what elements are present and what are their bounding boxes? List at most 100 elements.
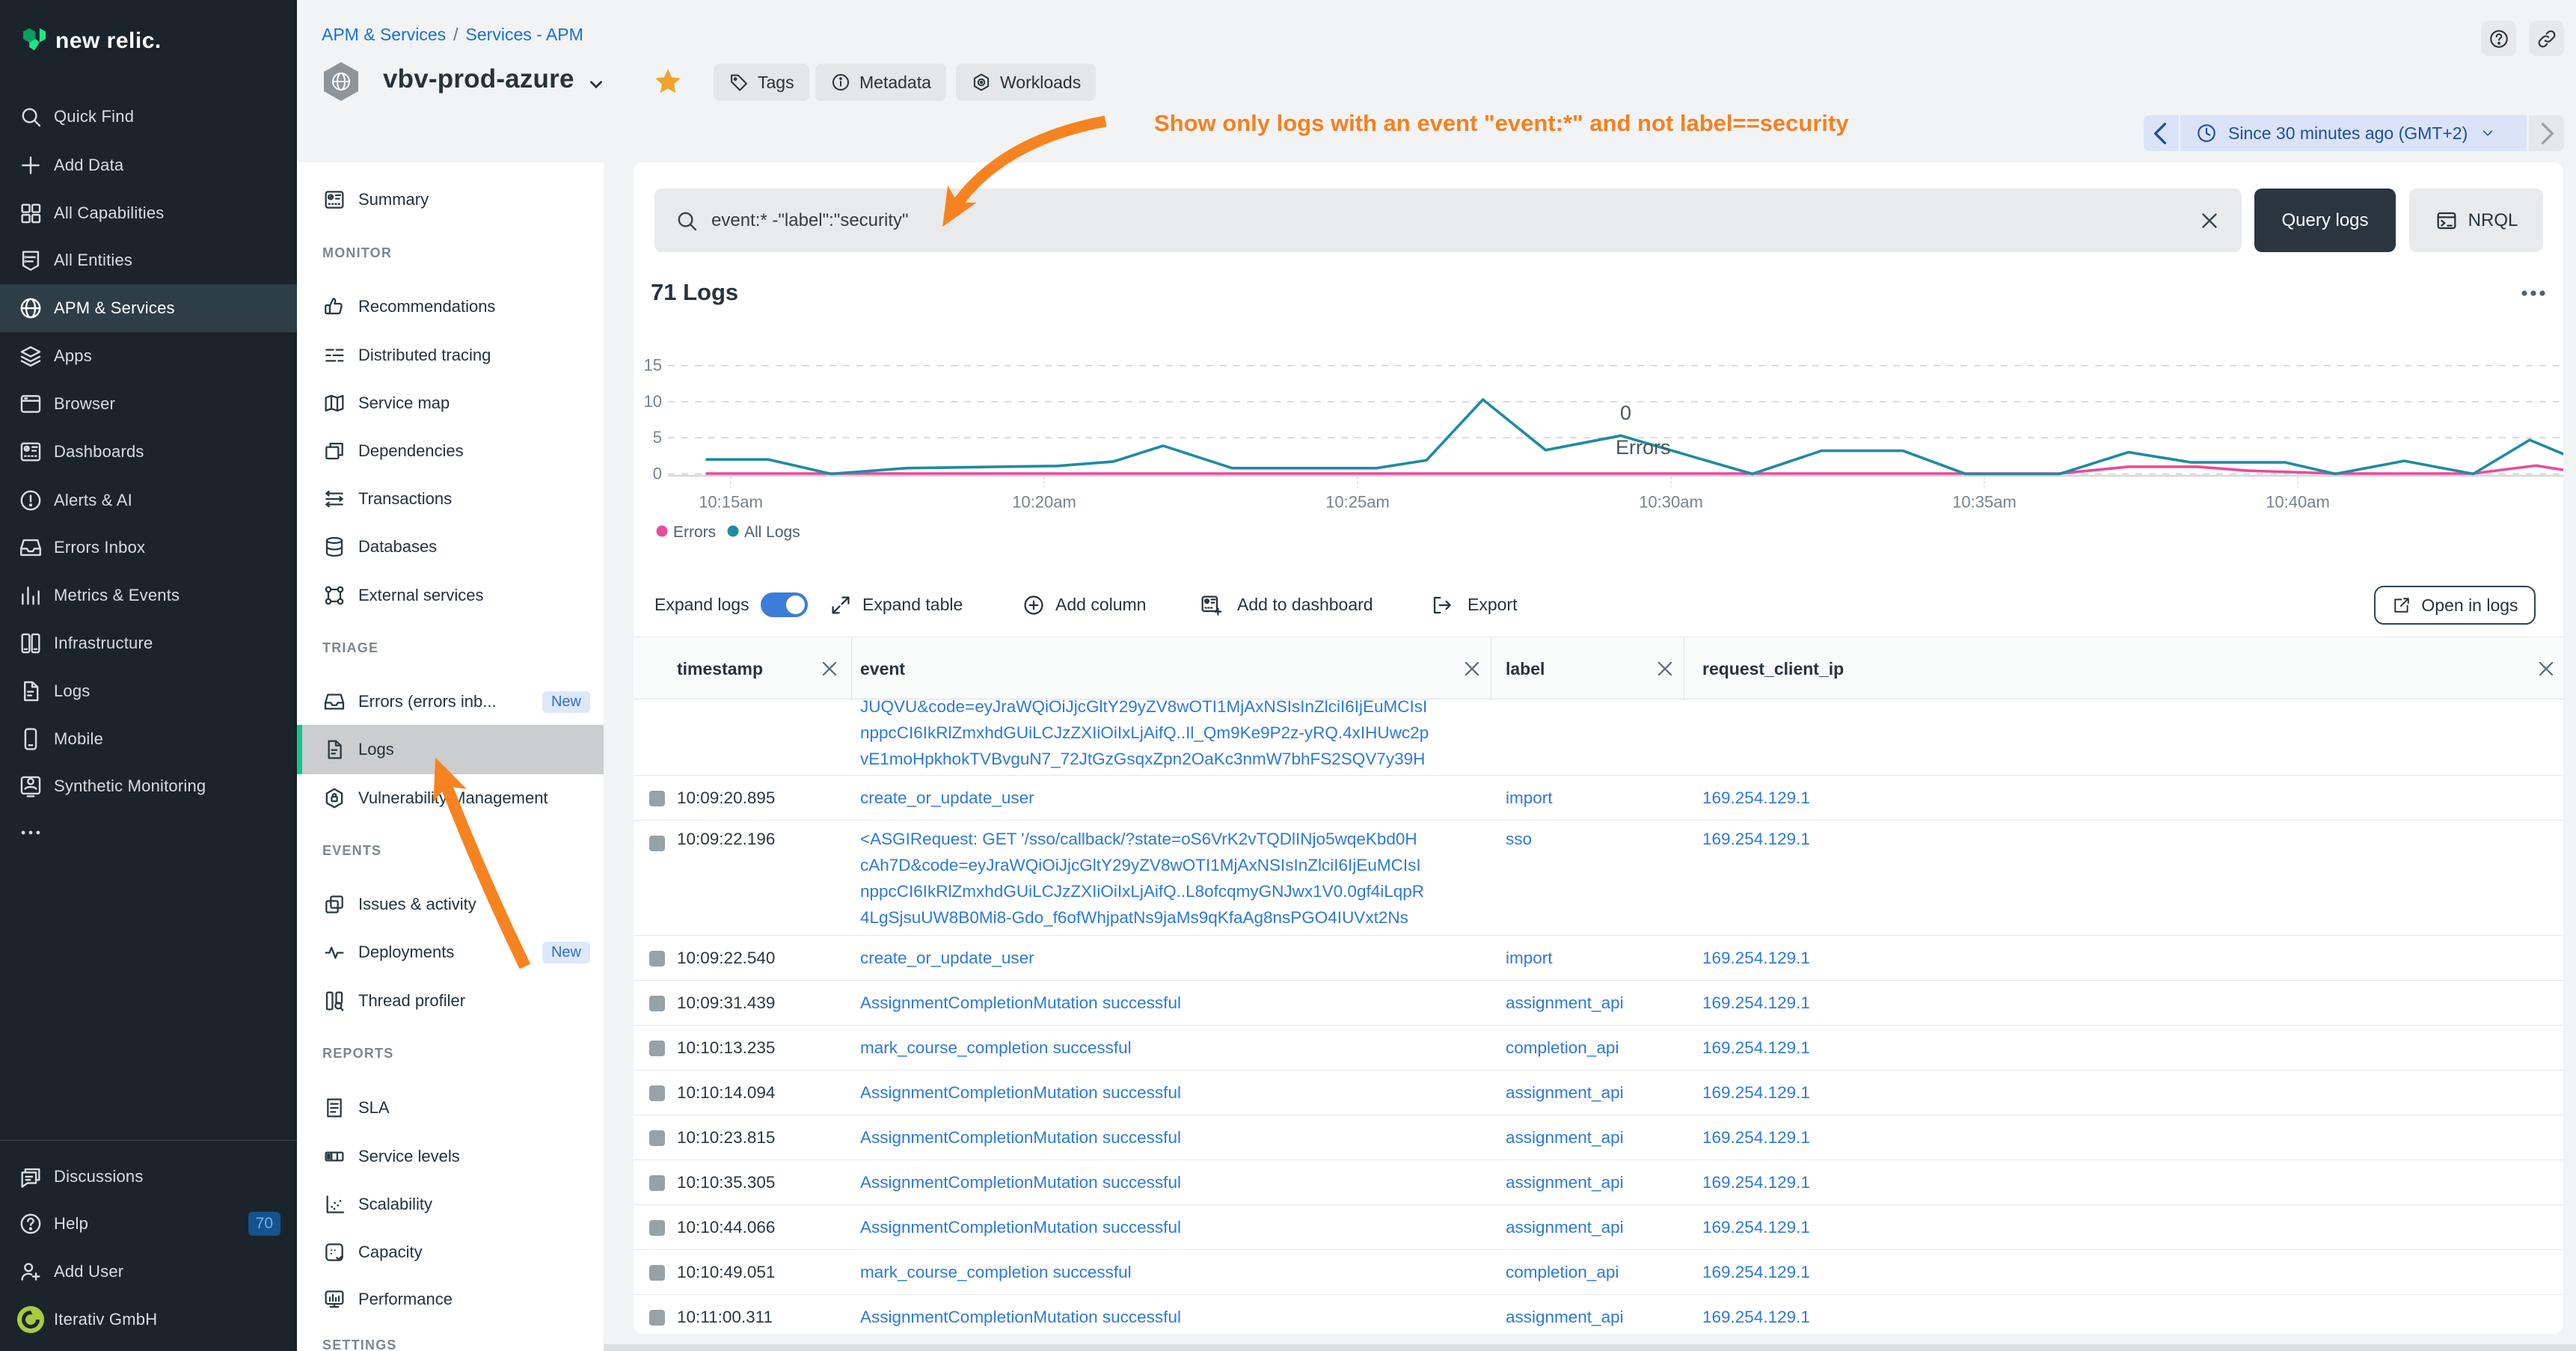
help-button[interactable] [2481, 21, 2516, 56]
rail-item-add-data[interactable]: Add Data [0, 141, 297, 189]
row-expand-marker[interactable] [649, 791, 665, 806]
horizontal-scrollbar[interactable] [604, 1344, 2576, 1351]
cell-request-client-ip[interactable]: 169.254.129.1 [1702, 990, 1810, 1016]
rail-item-[interactable] [0, 809, 297, 857]
cell-label[interactable]: assignment_api [1506, 1124, 1624, 1151]
breadcrumb-services-apm[interactable]: Services - APM [466, 25, 583, 44]
cell-label[interactable]: assignment_api [1506, 1304, 1624, 1330]
time-picker-dropdown[interactable]: Since 30 minutes ago (GMT+2) [2180, 115, 2527, 151]
cell-request-client-ip[interactable]: 169.254.129.1 [1702, 1035, 1810, 1061]
subnav-item-errors-errors-inb[interactable]: Errors (errors inb...New [297, 677, 604, 726]
row-expand-marker[interactable] [649, 1041, 665, 1056]
logs-query-input[interactable] [711, 210, 2197, 231]
subnav-item-deployments[interactable]: DeploymentsNew [297, 928, 604, 977]
cell-event[interactable]: AssignmentCompletionMutation successful [860, 1214, 1473, 1240]
cell-request-client-ip[interactable]: 169.254.129.1 [1702, 1304, 1810, 1330]
cell-label[interactable]: import [1506, 945, 1553, 971]
row-expand-marker[interactable] [649, 1220, 665, 1236]
log-row[interactable]: 10:11:00.311AssignmentCompletionMutation… [634, 1295, 2563, 1334]
log-row[interactable]: 10:10:23.815AssignmentCompletionMutation… [634, 1115, 2563, 1160]
log-row[interactable]: 10:09:31.439AssignmentCompletionMutation… [634, 981, 2563, 1026]
time-picker-next-button[interactable] [2529, 115, 2564, 151]
row-expand-marker[interactable] [649, 1085, 665, 1101]
subnav-item-performance[interactable]: Performance [297, 1275, 604, 1324]
rail-item-synthetic-monitoring[interactable]: Synthetic Monitoring [0, 762, 297, 810]
rail-item-alerts-ai[interactable]: Alerts & AI [0, 477, 297, 524]
cell-event[interactable]: <ASGIRequest: GET '/sso/callback/?state=… [860, 826, 1473, 931]
rail-item-help[interactable]: Help70 [0, 1200, 297, 1248]
remove-event-column-icon[interactable] [1460, 657, 1484, 681]
cell-label[interactable]: sso [1506, 826, 1532, 852]
log-row[interactable]: 10:09:22.540create_or_update_userimport1… [634, 936, 2563, 981]
cell-request-client-ip[interactable]: 169.254.129.1 [1702, 945, 1810, 971]
rail-item-iterativ-gmbh[interactable]: Iterativ GmbH [0, 1296, 297, 1344]
rail-item-dashboards[interactable]: Dashboards [0, 428, 297, 476]
subnav-item-summary[interactable]: Summary [297, 175, 604, 224]
cell-event[interactable]: AssignmentCompletionMutation successful [860, 1169, 1473, 1195]
cell-event[interactable]: create_or_update_user [860, 785, 1473, 811]
subnav-item-scalability[interactable]: Scalability [297, 1180, 604, 1229]
row-expand-marker[interactable] [649, 836, 665, 851]
cell-event[interactable]: AssignmentCompletionMutation successful [860, 1124, 1473, 1151]
subnav-item-recommendations[interactable]: Recommendations [297, 282, 604, 331]
cell-request-client-ip[interactable]: 169.254.129.1 [1702, 1079, 1810, 1106]
row-expand-marker[interactable] [649, 951, 665, 966]
column-header-label[interactable]: label [1506, 637, 1545, 700]
new-relic-logo[interactable]: new relic. [16, 21, 241, 58]
rail-item-infrastructure[interactable]: Infrastructure [0, 619, 297, 667]
subnav-item-sla[interactable]: SLA [297, 1083, 604, 1133]
column-header-event[interactable]: event [860, 637, 905, 700]
rail-item-metrics-events[interactable]: Metrics & Events [0, 572, 297, 619]
cell-request-client-ip[interactable]: 169.254.129.1 [1702, 785, 1810, 811]
cell-event[interactable]: AssignmentCompletionMutation successful [860, 990, 1473, 1016]
row-expand-marker[interactable] [649, 1175, 665, 1191]
log-row[interactable]: 10:10:14.094AssignmentCompletionMutation… [634, 1070, 2563, 1115]
metadata-button[interactable]: Metadata [815, 64, 946, 101]
export-button[interactable]: Export [1468, 586, 1517, 623]
log-row-partial[interactable]: JUQVU&code=eyJraWQiOiJjcGltY29yZV8wOTI1M… [634, 699, 2563, 776]
query-logs-button[interactable]: Query logs [2254, 189, 2396, 252]
logs-more-menu-icon[interactable] [2518, 282, 2548, 304]
cell-label[interactable]: assignment_api [1506, 1214, 1624, 1240]
row-expand-marker[interactable] [649, 1130, 665, 1146]
remove-label-column-icon[interactable] [1653, 657, 1677, 681]
rail-item-discussions[interactable]: Discussions [0, 1153, 297, 1201]
cell-request-client-ip[interactable]: 169.254.129.1 [1702, 1259, 1810, 1285]
log-row[interactable]: 10:09:22.196<ASGIRequest: GET '/sso/call… [634, 821, 2563, 936]
add-to-dashboard-button[interactable]: Add to dashboard [1237, 586, 1373, 623]
row-expand-marker[interactable] [649, 1265, 665, 1281]
log-row[interactable]: 10:10:49.051mark_course_completion succe… [634, 1250, 2563, 1295]
subnav-item-logs[interactable]: Logs [297, 725, 604, 774]
subnav-item-service-levels[interactable]: Service levels [297, 1132, 604, 1181]
cell-event[interactable]: JUQVU&code=eyJraWQiOiJjcGltY29yZV8wOTI1M… [860, 699, 1473, 772]
remove-request-client-ip-column-icon[interactable] [2534, 657, 2558, 681]
add-column-button[interactable]: Add column [1055, 586, 1146, 623]
expand-logs-toggle[interactable] [761, 592, 808, 617]
time-picker-previous-button[interactable] [2144, 115, 2179, 151]
rail-item-add-user[interactable]: Add User [0, 1248, 297, 1296]
subnav-item-thread-profiler[interactable]: Thread profiler [297, 976, 604, 1026]
log-row[interactable]: 10:09:20.895create_or_update_userimport1… [634, 776, 2563, 821]
subnav-item-distributed-tracing[interactable]: Distributed tracing [297, 331, 604, 380]
cell-event[interactable]: AssignmentCompletionMutation successful [860, 1304, 1473, 1330]
breadcrumb-apm-services[interactable]: APM & Services [322, 25, 446, 44]
cell-request-client-ip[interactable]: 169.254.129.1 [1702, 1214, 1810, 1240]
tags-button[interactable]: Tags [714, 64, 809, 101]
open-in-logs-button[interactable]: Open in logs [2374, 586, 2536, 625]
cell-label[interactable]: completion_api [1506, 1035, 1619, 1061]
column-header-timestamp[interactable]: timestamp [677, 637, 763, 700]
subnav-item-databases[interactable]: Databases [297, 522, 604, 572]
cell-label[interactable]: import [1506, 785, 1553, 811]
cell-request-client-ip[interactable]: 169.254.129.1 [1702, 1124, 1810, 1151]
entity-switcher-caret-icon[interactable] [586, 75, 606, 94]
subnav-item-vulnerability-management[interactable]: Vulnerability Management [297, 773, 604, 823]
cell-label[interactable]: assignment_api [1506, 1079, 1624, 1106]
rail-item-all-entities[interactable]: All Entities [0, 236, 297, 284]
column-header-request-client-ip[interactable]: request_client_ip [1702, 637, 1844, 700]
remove-timestamp-column-icon[interactable] [818, 657, 841, 681]
cell-label[interactable]: assignment_api [1506, 990, 1624, 1016]
subnav-item-service-map[interactable]: Service map [297, 379, 604, 428]
row-expand-marker[interactable] [649, 1310, 665, 1326]
rail-item-apps[interactable]: Apps [0, 332, 297, 380]
rail-item-all-capabilities[interactable]: All Capabilities [0, 189, 297, 237]
